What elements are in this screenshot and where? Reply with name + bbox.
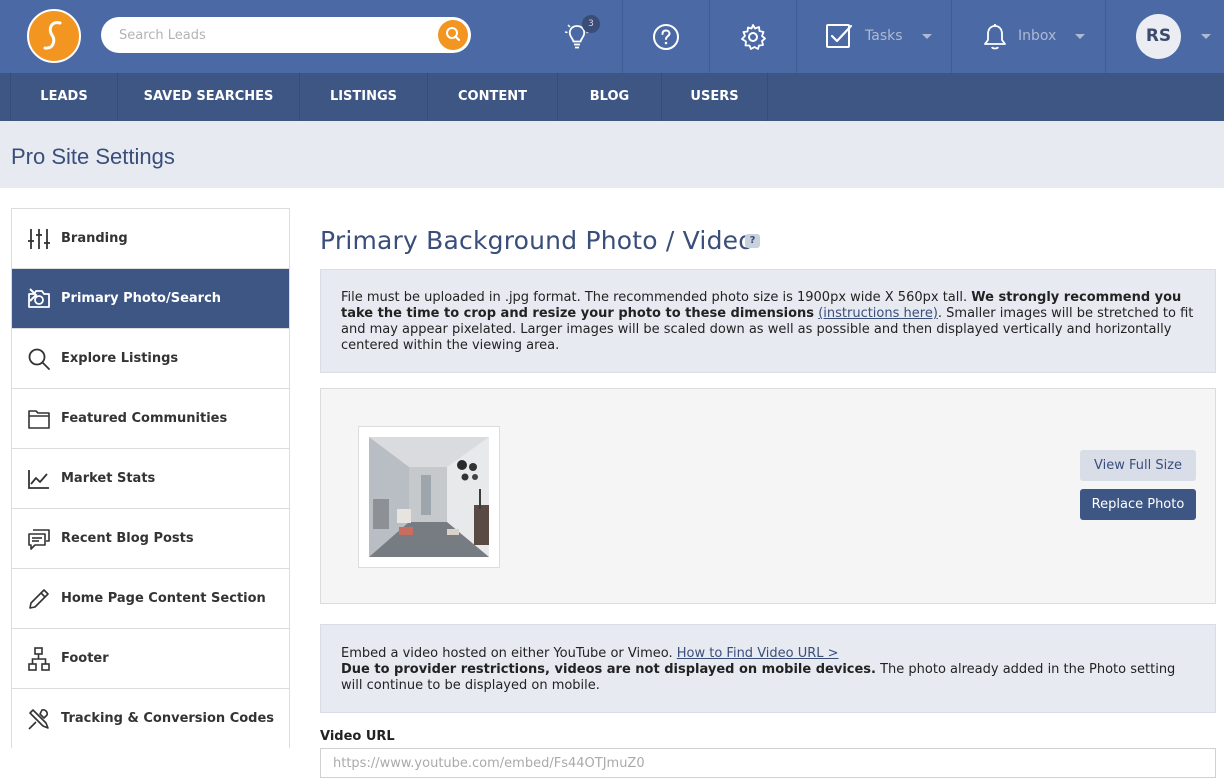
sidebar-item-market-stats[interactable]: Market Stats — [12, 449, 289, 509]
sidebar-item-footer[interactable]: Footer — [12, 629, 289, 689]
sidebar-item-label: Recent Blog Posts — [61, 531, 194, 546]
sidebar-item-label: Market Stats — [61, 471, 156, 486]
logo[interactable] — [27, 9, 81, 63]
tasks-label: Tasks — [865, 28, 903, 44]
search-input[interactable] — [119, 25, 419, 45]
nav-listings[interactable]: LISTINGS — [300, 73, 428, 121]
chevron-right-icon — [29, 288, 38, 302]
main-nav: LEADS SAVED SEARCHES LISTINGS CONTENT BL… — [0, 73, 1224, 121]
ideas-button[interactable] — [535, 0, 623, 73]
sidebar-item-home-page-content[interactable]: Home Page Content Section — [12, 569, 289, 629]
chevron-down-icon — [1201, 34, 1211, 39]
search-button[interactable] — [438, 20, 468, 50]
inbox-menu[interactable]: Inbox — [951, 0, 1106, 73]
nav-users[interactable]: USERS — [662, 73, 768, 121]
sliders-icon — [28, 229, 50, 249]
tasks-menu[interactable]: Tasks — [796, 0, 952, 73]
settings-button[interactable] — [709, 0, 797, 73]
section-title: Primary Background Photo / Video — [320, 226, 754, 255]
nav-leads[interactable]: LEADS — [10, 73, 118, 121]
help-button[interactable] — [622, 0, 710, 73]
video-info-box: Embed a video hosted on either YouTube o… — [320, 624, 1216, 713]
info-text: File must be uploaded in .jpg format. Th… — [341, 290, 972, 305]
nav-content[interactable]: CONTENT — [428, 73, 558, 121]
sidebar-item-recent-blog-posts[interactable]: Recent Blog Posts — [12, 509, 289, 569]
avatar[interactable]: RS — [1136, 14, 1181, 59]
info-bold-text: Due to provider restrictions, videos are… — [341, 662, 876, 677]
sidebar-item-label: Primary Photo/Search — [61, 291, 222, 306]
chart-line-icon — [28, 470, 49, 489]
search-icon — [446, 27, 461, 42]
inbox-label: Inbox — [1018, 28, 1057, 44]
tools-icon — [28, 709, 49, 730]
sidebar-item-label: Tracking & Conversion Codes — [61, 711, 275, 726]
info-text: Embed a video hosted on either YouTube o… — [341, 646, 677, 661]
sidebar-item-label: Explore Listings — [61, 351, 179, 366]
video-url-label: Video URL — [320, 729, 395, 744]
find-video-url-link[interactable]: How to Find Video URL > — [677, 646, 839, 661]
chat-icon — [28, 529, 50, 550]
photo-thumbnail[interactable] — [358, 426, 500, 568]
notification-badge: 3 — [582, 15, 600, 33]
view-full-size-button[interactable]: View Full Size — [1080, 450, 1196, 481]
photo-info-box: File must be uploaded in .jpg format. Th… — [320, 269, 1216, 373]
instructions-link[interactable]: (instructions here) — [818, 306, 938, 321]
help-icon[interactable]: ? — [745, 234, 760, 248]
sidebar-item-label: Featured Communities — [61, 411, 228, 426]
top-bar: 3 Tasks Inbox RS — [0, 0, 1224, 73]
page-title: Pro Site Settings — [11, 144, 175, 169]
pencil-icon — [29, 589, 49, 609]
chevron-down-icon — [1075, 34, 1085, 39]
nav-blog[interactable]: BLOG — [558, 73, 662, 121]
sidebar-item-featured-communities[interactable]: Featured Communities — [12, 389, 289, 449]
video-url-input[interactable] — [320, 748, 1216, 778]
folder-icon — [28, 410, 50, 429]
replace-photo-button[interactable]: Replace Photo — [1080, 489, 1196, 520]
sidebar-item-primary-photo[interactable]: Primary Photo/Search — [12, 269, 289, 329]
photo-panel: View Full Size Replace Photo — [320, 388, 1216, 604]
chevron-down-icon — [922, 34, 932, 39]
logo-icon — [43, 21, 62, 50]
room-photo-image — [369, 437, 489, 557]
sidebar-item-label: Footer — [61, 651, 109, 666]
nav-saved-searches[interactable]: SAVED SEARCHES — [118, 73, 300, 121]
sidebar-item-label: Branding — [61, 231, 128, 246]
help-icon — [653, 24, 679, 50]
sitemap-icon — [28, 647, 50, 671]
page-header: Pro Site Settings — [0, 121, 1224, 188]
search-box — [101, 17, 471, 53]
search-icon — [28, 348, 50, 370]
sidebar-item-explore-listings[interactable]: Explore Listings — [12, 329, 289, 389]
checkbox-icon — [826, 24, 853, 48]
sidebar-item-tracking-codes[interactable]: Tracking & Conversion Codes — [12, 689, 289, 749]
sidebar-item-label: Home Page Content Section — [61, 591, 266, 606]
settings-sidebar: Branding Primary Photo/Search Explore Li… — [11, 208, 290, 749]
sidebar-item-branding[interactable]: Branding — [12, 209, 289, 269]
gear-icon — [741, 24, 766, 50]
bell-icon — [984, 24, 1006, 50]
